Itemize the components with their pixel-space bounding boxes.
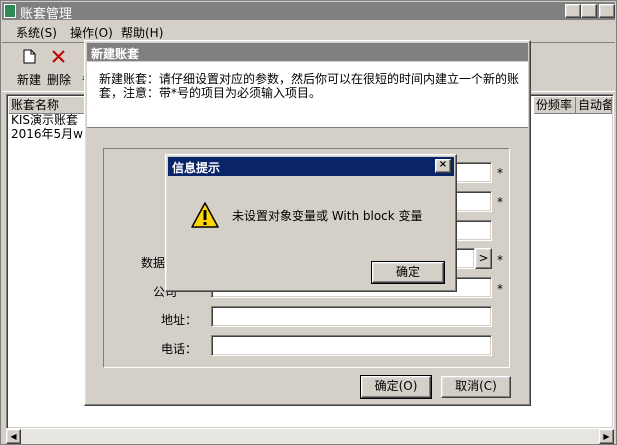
main-title-bar: 账套管理 _ □ ×	[2, 2, 615, 22]
phone-input[interactable]	[211, 335, 492, 356]
warning-icon	[191, 202, 219, 228]
menu-help[interactable]: 帮助(H)	[121, 24, 163, 41]
main-title: 账套管理	[20, 7, 73, 22]
ok-button[interactable]: 确定(O)	[360, 375, 432, 399]
menu-operation[interactable]: 操作(O)	[70, 24, 113, 41]
delete-tool-button[interactable]: 删除	[44, 47, 74, 89]
required-mark: *	[497, 195, 503, 209]
maximize-button[interactable]: □	[581, 4, 597, 18]
new-account-title-bar: 新建账套	[87, 43, 528, 61]
app-icon	[4, 4, 16, 18]
new-tool-label: 新建	[17, 73, 42, 87]
message-box: 信息提示 × 未设置对象变量或 With block 变量 确定	[165, 154, 457, 292]
message-close-button[interactable]: ×	[435, 159, 451, 173]
browse-button[interactable]: >	[475, 248, 492, 269]
menu-bar: 系统(S) 操作(O) 帮助(H)	[2, 21, 615, 41]
column-header-frequency[interactable]: 份频率	[534, 97, 576, 114]
description-text: 新建账套：请仔细设置对应的参数，然后你可以在很短的时间内建立一个新的账套，注意：…	[99, 72, 520, 100]
scroll-left-button[interactable]: ◀	[6, 429, 21, 444]
address-input[interactable]	[211, 306, 492, 327]
message-title: 信息提示	[172, 161, 221, 175]
horizontal-scrollbar[interactable]: ◀ ▶	[6, 429, 614, 444]
minimize-button[interactable]: _	[565, 4, 581, 18]
menu-system[interactable]: 系统(S)	[16, 24, 57, 41]
required-mark: *	[497, 253, 503, 267]
close-button[interactable]: ×	[599, 4, 615, 18]
new-account-title: 新建账套	[91, 47, 140, 61]
address-label: 地址：	[160, 313, 197, 327]
column-header-auto-backup[interactable]: 自动备	[576, 97, 612, 114]
delete-x-icon	[52, 50, 65, 63]
required-mark: *	[497, 166, 503, 180]
phone-label: 电话：	[160, 342, 197, 356]
cancel-button[interactable]: 取消(C)	[441, 376, 511, 398]
new-tool-button[interactable]: 新建	[14, 47, 44, 89]
message-text: 未设置对象变量或 With block 变量	[232, 209, 423, 223]
delete-tool-label: 删除	[47, 73, 72, 87]
scroll-right-button[interactable]: ▶	[599, 429, 614, 444]
message-title-bar: 信息提示 ×	[168, 157, 454, 176]
message-ok-button[interactable]: 确定	[371, 261, 445, 284]
required-mark: *	[497, 282, 503, 296]
new-document-icon	[23, 49, 36, 64]
description-panel: 新建账套：请仔细设置对应的参数，然后你可以在很短的时间内建立一个新的账套，注意：…	[87, 62, 528, 128]
